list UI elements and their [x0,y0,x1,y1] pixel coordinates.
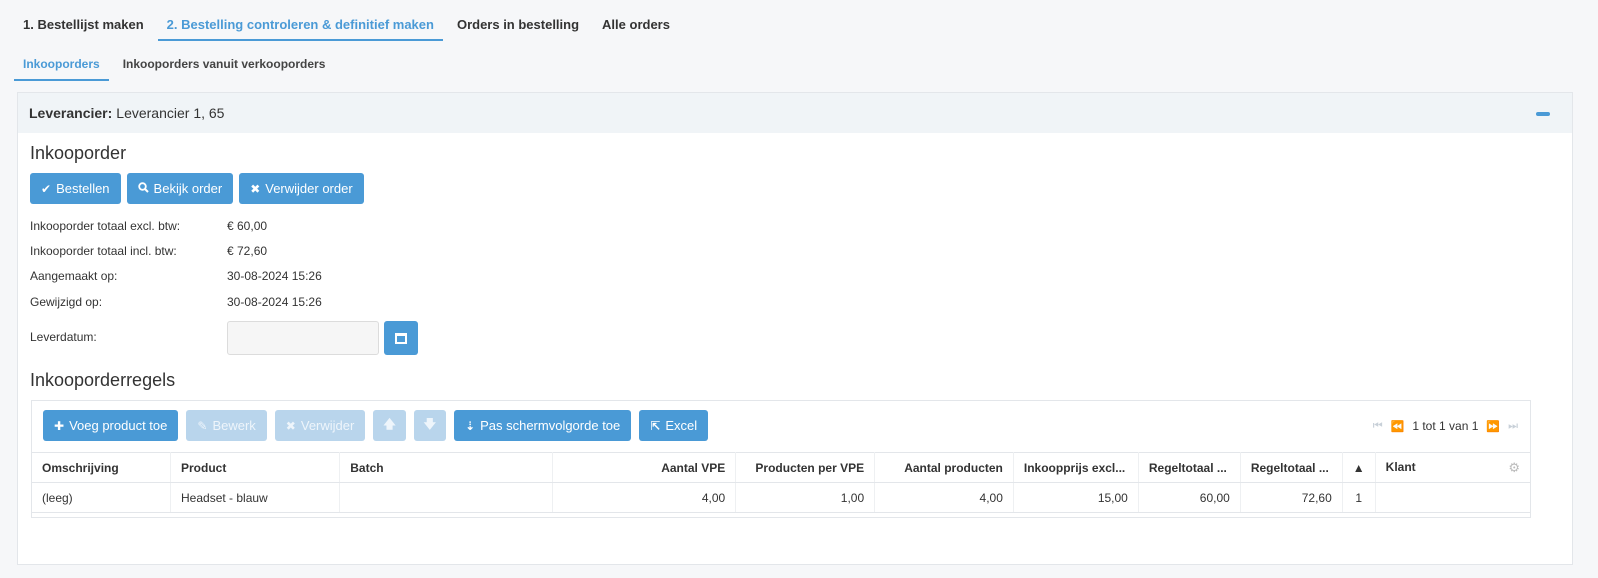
calendar-button[interactable] [384,321,418,355]
lines-table: Omschrijving Product Batch Aantal VPE Pr… [32,452,1530,513]
order-actions: ✔ Bestellen Bekijk order ✖ Verwijder ord… [30,173,364,204]
main-tabs: 1. Bestellijst maken 2. Bestelling contr… [14,8,684,41]
cell-producten-per-vpe: 1,00 [735,482,876,513]
arrow-up-icon: 🡅 [383,417,396,431]
cell-klant [1375,482,1530,513]
delivery-label: Leverdatum: [30,330,97,344]
column-header[interactable]: Omschrijving [32,452,171,483]
bekijk-order-button[interactable]: Bekijk order [126,173,234,204]
table-header-row: Omschrijving Product Batch Aantal VPE Pr… [32,452,1530,483]
cell-sort-order: 1 [1342,482,1376,513]
collapse-icon[interactable] [1536,112,1550,116]
plus-icon: ✚ [54,418,65,433]
order-lines-grid: ✚ Voeg product toe ✎ Bewerk ✖ Verwijder … [31,400,1531,518]
sub-tabs: Inkooporders Inkooporders vanuit verkoop… [14,48,339,81]
export-icon: ⇱ [650,418,661,433]
excel-label: Excel [665,418,698,433]
info-label: Gewijzigd op: [30,295,103,309]
cell-aantal-vpe: 4,00 [552,482,737,513]
info-label: Inkooporder totaal excl. btw: [30,219,181,233]
close-icon: ✖ [250,181,261,196]
order-title: Inkooporder [30,143,127,163]
supplier-panel: Leverancier: Leverancier 1, 65 Inkoopord… [17,92,1573,565]
info-value: € 72,60 [227,244,268,258]
add-product-label: Voeg product toe [69,418,168,433]
info-total-incl: Inkooporder totaal incl. btw: € 72,60 [30,244,267,258]
column-header[interactable]: Product [170,452,341,483]
panel-header[interactable]: Leverancier: Leverancier 1, 65 [18,93,1572,133]
info-label: Inkooporder totaal incl. btw: [30,244,177,258]
verwijder-order-button[interactable]: ✖ Verwijder order [239,173,364,204]
cell-inkoopprijs: 15,00 [1013,482,1139,513]
info-total-excl: Inkooporder totaal excl. btw: € 60,00 [30,219,267,233]
supplier-value: Leverancier 1, 65 [116,105,225,121]
info-value: € 60,00 [227,219,268,233]
cell-product: Headset - blauw [170,482,341,513]
apply-sort-label: Pas schermvolgorde toe [480,418,621,433]
move-up-button[interactable]: 🡅 [373,410,406,441]
pager: ⏮ ⏪ 1 tot 1 van 1 ⏩ ⏭ [1373,419,1518,433]
add-product-button[interactable]: ✚ Voeg product toe [43,410,179,441]
table-row[interactable]: (leeg) Headset - blauw 4,00 1,00 4,00 15… [32,482,1530,513]
cell-regeltotaal-excl: 60,00 [1138,482,1241,513]
close-icon: ✖ [285,418,296,433]
tab-orders-in-bestelling[interactable]: Orders in bestelling [448,8,588,41]
column-header[interactable]: Regeltotaal ... [1240,452,1343,483]
cell-aantal-producten: 4,00 [874,482,1014,513]
supplier-label: Leverancier: [29,105,113,121]
pager-text: 1 tot 1 van 1 [1412,419,1479,433]
sort-indicator[interactable]: ▲ [1342,452,1376,483]
column-header-klant[interactable]: Klant ⚙ [1375,452,1530,483]
column-header[interactable]: Regeltotaal ... [1138,452,1241,483]
arrow-down-icon: 🡇 [423,417,437,431]
excel-button[interactable]: ⇱ Excel [639,410,709,441]
info-created: Aangemaakt op: 30-08-2024 15:26 [30,269,322,283]
next-page-icon[interactable]: ⏩ [1486,420,1500,433]
calendar-icon [395,332,407,344]
column-header[interactable]: Producten per VPE [735,452,876,483]
column-header: Klant [1385,459,1416,474]
cell-description: (leeg) [32,482,171,513]
lines-title: Inkooporderregels [30,370,176,390]
delete-button[interactable]: ✖ Verwijder [274,410,366,441]
column-header[interactable]: Aantal VPE [552,452,737,483]
column-header[interactable]: Batch [339,452,554,483]
bekijk-order-label: Bekijk order [153,181,223,196]
verwijder-order-label: Verwijder order [265,181,353,196]
cell-batch [339,482,554,513]
gear-icon[interactable]: ⚙ [1508,460,1520,476]
info-modified: Gewijzigd op: 30-08-2024 15:26 [30,295,322,309]
bestellen-button[interactable]: ✔ Bestellen [30,173,121,204]
grid-toolbar: ✚ Voeg product toe ✎ Bewerk ✖ Verwijder … [43,410,709,441]
info-value: 30-08-2024 15:26 [227,269,322,283]
edit-label: Bewerk [212,418,256,433]
cell-regeltotaal-incl: 72,60 [1240,482,1343,513]
tab-inkooporders-vanuit-verkooporders[interactable]: Inkooporders vanuit verkooporders [114,48,335,81]
edit-button[interactable]: ✎ Bewerk [186,410,267,441]
tab-alle-orders[interactable]: Alle orders [593,8,679,41]
tab-bestelling-controleren[interactable]: 2. Bestelling controleren & definitief m… [157,8,443,41]
info-value: 30-08-2024 15:26 [227,295,322,309]
prev-page-icon[interactable]: ⏪ [1391,420,1405,433]
bestellen-label: Bestellen [56,181,110,196]
edit-icon: ✎ [197,418,208,433]
first-page-icon[interactable]: ⏮ [1373,420,1383,433]
tab-bestellijst-maken[interactable]: 1. Bestellijst maken [14,8,153,41]
delivery-date-input[interactable] [227,321,379,355]
apply-sort-button[interactable]: ⇣ Pas schermvolgorde toe [454,410,632,441]
search-icon [137,181,149,196]
column-header[interactable]: Inkoopprijs excl... [1013,452,1139,483]
tab-inkooporders[interactable]: Inkooporders [14,48,109,81]
delete-label: Verwijder [300,418,355,433]
info-delivery: Leverdatum: [30,330,227,344]
check-icon: ✔ [41,181,52,196]
sort-icon: ⇣ [465,418,476,433]
last-page-icon[interactable]: ⏭ [1508,420,1518,433]
column-header[interactable]: Aantal producten [874,452,1014,483]
move-down-button[interactable]: 🡇 [413,410,447,441]
info-label: Aangemaakt op: [30,269,118,283]
